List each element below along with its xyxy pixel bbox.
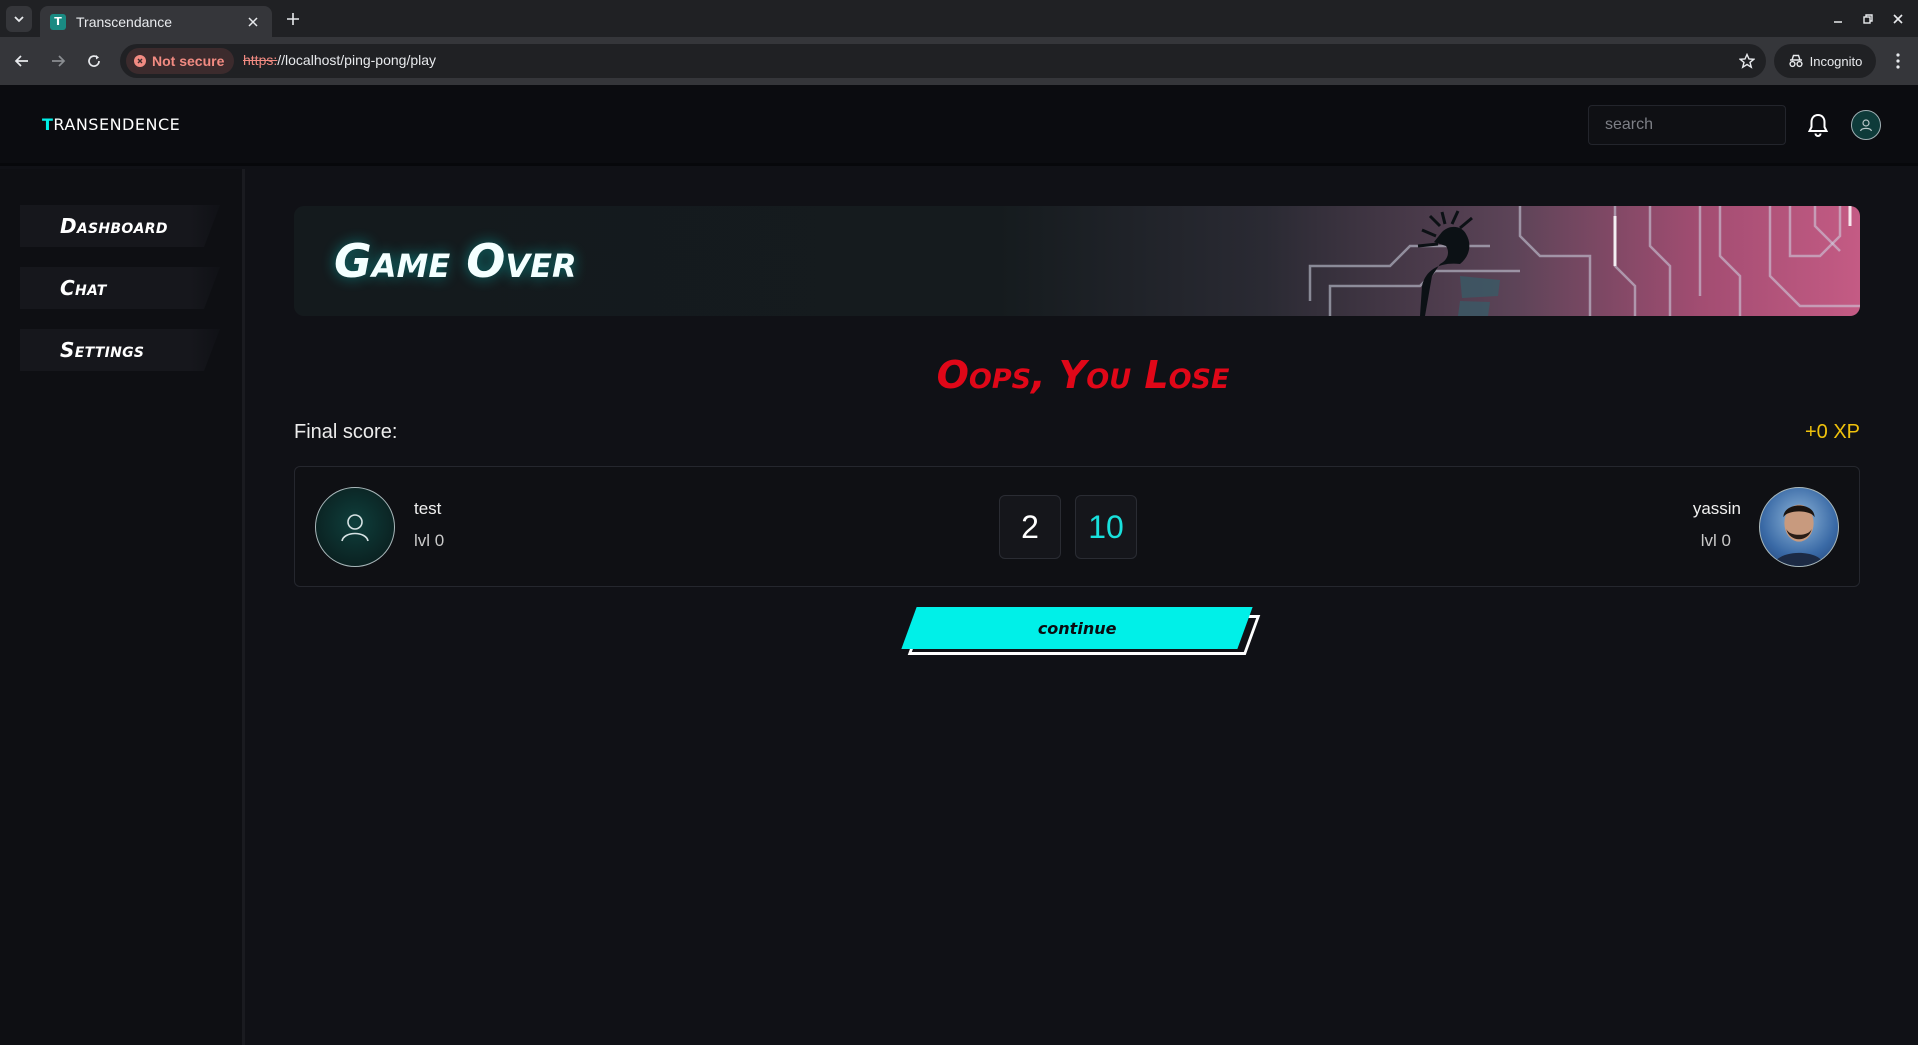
browser-toolbar: Not secure https://localhost/ping-pong/p… bbox=[0, 37, 1918, 85]
logo-initial: T bbox=[42, 115, 54, 134]
continue-label: continue bbox=[1037, 618, 1117, 638]
restore-button[interactable] bbox=[1857, 8, 1879, 30]
user-icon bbox=[1859, 119, 1873, 132]
plus-icon bbox=[287, 13, 299, 25]
cyberpunk-banner-illustration bbox=[1308, 206, 1860, 316]
final-score-label: Final score: bbox=[294, 421, 398, 443]
browser-menu-button[interactable] bbox=[1886, 49, 1910, 73]
minimize-icon bbox=[1834, 21, 1842, 23]
incognito-icon bbox=[1789, 54, 1803, 68]
score-card: test lvl 0 2 10 yassin lvl 0 bbox=[294, 466, 1860, 587]
sidebar: Dashboard Chat Settings bbox=[0, 169, 245, 1045]
url-scheme: https: bbox=[243, 52, 278, 68]
player2-level: lvl 0 bbox=[1700, 531, 1731, 550]
restore-icon bbox=[1863, 14, 1873, 24]
back-button[interactable] bbox=[10, 49, 34, 73]
tab-title: Transcendance bbox=[76, 13, 172, 30]
profile-avatar-button[interactable] bbox=[1851, 110, 1881, 140]
app-logo[interactable]: TRANSENDENCE bbox=[42, 115, 180, 134]
more-vertical-icon bbox=[1896, 53, 1900, 69]
tab-favicon-icon: T bbox=[50, 13, 66, 30]
logo-text: RANSENDENCE bbox=[53, 115, 181, 134]
game-over-banner: Game Over bbox=[294, 206, 1860, 316]
sidebar-item-chat[interactable]: Chat bbox=[20, 267, 220, 309]
player2-avatar bbox=[1759, 487, 1839, 567]
close-icon bbox=[248, 16, 258, 27]
url-path: //localhost/ping-pong/play bbox=[277, 52, 437, 68]
incognito-indicator[interactable]: Incognito bbox=[1774, 44, 1876, 78]
browser-tab[interactable]: T Transcendance bbox=[40, 6, 272, 37]
browser-tabbar: T Transcendance bbox=[0, 0, 1918, 37]
player1-name: test bbox=[414, 499, 442, 518]
chevron-down-icon bbox=[14, 16, 24, 23]
player1-score: 2 bbox=[999, 495, 1061, 559]
sidebar-item-dashboard[interactable]: Dashboard bbox=[20, 205, 220, 247]
continue-button[interactable]: continue bbox=[901, 607, 1253, 649]
warning-icon bbox=[134, 55, 146, 67]
player2-score: 10 bbox=[1075, 495, 1137, 559]
tab-search-button[interactable] bbox=[6, 6, 32, 32]
bell-icon bbox=[1807, 113, 1829, 137]
star-icon bbox=[1739, 53, 1755, 69]
reload-icon bbox=[88, 55, 100, 67]
close-window-button[interactable] bbox=[1887, 8, 1909, 30]
security-indicator[interactable]: Not secure bbox=[126, 48, 235, 74]
address-bar[interactable]: Not secure https://localhost/ping-pong/p… bbox=[120, 44, 1766, 78]
player1-avatar bbox=[315, 487, 395, 567]
app-header: TRANSENDENCE bbox=[0, 85, 1918, 166]
user-icon bbox=[341, 514, 369, 542]
tab-close-button[interactable] bbox=[244, 13, 262, 31]
bookmark-button[interactable] bbox=[1736, 50, 1758, 72]
player1-level: lvl 0 bbox=[414, 531, 445, 550]
arrow-left-icon bbox=[14, 55, 28, 67]
main-content: Game Over Oops, You Lose Final score: +0… bbox=[248, 169, 1918, 1045]
close-icon bbox=[1893, 14, 1903, 24]
forward-button[interactable] bbox=[46, 49, 70, 73]
player2-name: yassin bbox=[1692, 499, 1741, 518]
result-title: Oops, You Lose bbox=[936, 353, 1230, 397]
incognito-label: Incognito bbox=[1809, 53, 1863, 69]
xp-gain: +0 XP bbox=[1804, 421, 1860, 443]
continue-button-wrap: continue bbox=[901, 607, 1261, 659]
player2-photo bbox=[1773, 504, 1825, 566]
sidebar-item-settings[interactable]: Settings bbox=[20, 329, 220, 371]
reload-button[interactable] bbox=[82, 49, 106, 73]
banner-title: Game Over bbox=[334, 234, 577, 288]
minimize-button[interactable] bbox=[1827, 8, 1849, 30]
new-tab-button[interactable] bbox=[282, 8, 304, 30]
notifications-button[interactable] bbox=[1806, 112, 1830, 138]
url-text[interactable]: https://localhost/ping-pong/play bbox=[243, 52, 436, 68]
arrow-right-icon bbox=[52, 55, 66, 67]
search-input[interactable] bbox=[1588, 105, 1786, 145]
security-label: Not secure bbox=[152, 53, 225, 69]
